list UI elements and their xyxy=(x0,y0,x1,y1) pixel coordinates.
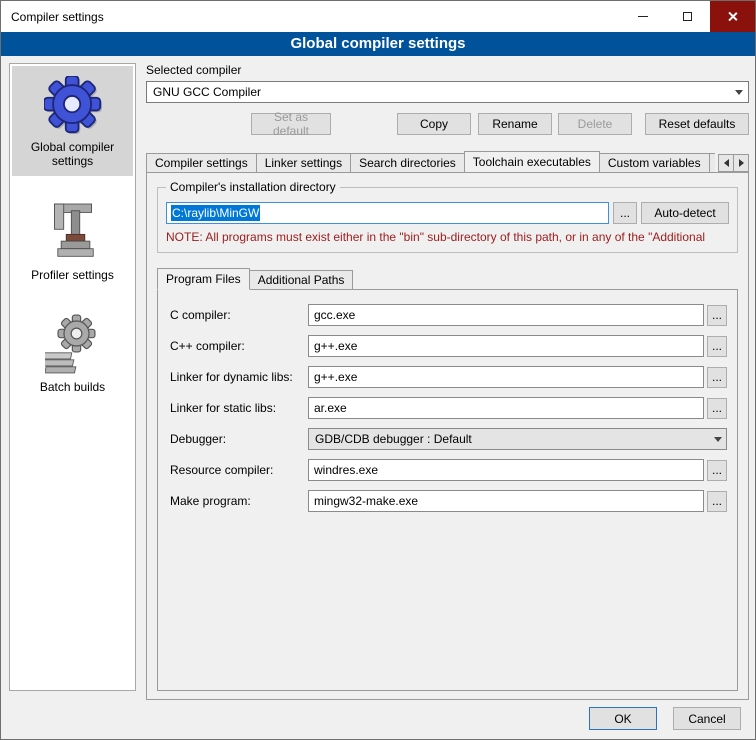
maximize-icon xyxy=(683,12,692,21)
form-row-c-compiler: C compiler: ... xyxy=(170,304,727,326)
profiler-icon xyxy=(15,196,130,268)
title-bar[interactable]: Compiler settings xyxy=(1,1,755,32)
tab-toolchain-executables[interactable]: Toolchain executables xyxy=(464,151,600,172)
c-compiler-label: C compiler: xyxy=(170,308,308,322)
tab-custom-variables[interactable]: Custom variables xyxy=(599,153,710,172)
auto-detect-button[interactable]: Auto-detect xyxy=(641,202,729,224)
main-panel: Selected compiler GNU GCC Compiler Set a… xyxy=(146,63,749,700)
tab-linker-settings[interactable]: Linker settings xyxy=(256,153,351,172)
compiler-select[interactable]: GNU GCC Compiler xyxy=(146,81,749,103)
rename-button[interactable]: Rename xyxy=(478,113,552,135)
sidebar-item-profiler-settings[interactable]: Profiler settings xyxy=(12,190,133,290)
sidebar-item-label: Global compiler settings xyxy=(15,140,130,168)
compiler-select-value: GNU GCC Compiler xyxy=(153,85,261,99)
selected-compiler-label: Selected compiler xyxy=(146,63,749,77)
page-title: Global compiler settings xyxy=(1,32,755,56)
sidebar-item-global-compiler-settings[interactable]: Global compiler settings xyxy=(12,66,133,176)
close-icon xyxy=(727,11,738,22)
linker-static-input[interactable] xyxy=(308,397,704,419)
dialog-footer: OK Cancel xyxy=(589,707,741,730)
chevron-down-icon xyxy=(714,429,722,449)
linker-dynamic-input[interactable] xyxy=(308,366,704,388)
linker-dynamic-browse-button[interactable]: ... xyxy=(707,367,727,388)
gear-icon xyxy=(15,72,130,140)
ok-button[interactable]: OK xyxy=(589,707,657,730)
tab-build-options[interactable]: Build options xyxy=(709,153,715,172)
linker-static-browse-button[interactable]: ... xyxy=(707,398,727,419)
c-compiler-input[interactable] xyxy=(308,304,704,326)
cpp-compiler-label: C++ compiler: xyxy=(170,339,308,353)
batch-builds-icon xyxy=(15,310,130,380)
form-row-linker-static: Linker for static libs: ... xyxy=(170,397,727,419)
programs-subtabs: Program Files Additional Paths xyxy=(157,267,738,289)
form-row-cpp-compiler: C++ compiler: ... xyxy=(170,335,727,357)
resource-compiler-label: Resource compiler: xyxy=(170,463,308,477)
copy-button[interactable]: Copy xyxy=(397,113,471,135)
tabs-scroller: Compiler settings Linker settings Search… xyxy=(146,150,715,172)
form-row-resource-compiler: Resource compiler: ... xyxy=(170,459,727,481)
compiler-actions: Set as default Copy Rename Delete Reset … xyxy=(146,113,749,135)
installation-directory-group: Compiler's installation directory C:\ray… xyxy=(157,187,738,253)
installation-directory-label: Compiler's installation directory xyxy=(166,180,340,194)
maximize-button[interactable] xyxy=(665,1,710,32)
cpp-compiler-browse-button[interactable]: ... xyxy=(707,336,727,357)
linker-static-label: Linker for static libs: xyxy=(170,401,308,415)
sidebar-item-label: Profiler settings xyxy=(15,268,130,282)
tab-scroll-left-button[interactable] xyxy=(718,154,734,172)
minimize-button[interactable] xyxy=(620,1,665,32)
compiler-settings-window: Compiler settings Global compiler settin… xyxy=(0,0,756,740)
resource-compiler-browse-button[interactable]: ... xyxy=(707,460,727,481)
settings-sidebar: Global compiler settings Profiler settin… xyxy=(9,63,136,691)
reset-defaults-button[interactable]: Reset defaults xyxy=(645,113,749,135)
debugger-select-value: GDB/CDB debugger : Default xyxy=(315,432,472,446)
cpp-compiler-input[interactable] xyxy=(308,335,704,357)
tab-compiler-settings[interactable]: Compiler settings xyxy=(146,153,257,172)
debugger-select[interactable]: GDB/CDB debugger : Default xyxy=(308,428,727,450)
programs-notebook: Program Files Additional Paths C compile… xyxy=(157,267,738,691)
sidebar-item-batch-builds[interactable]: Batch builds xyxy=(12,304,133,402)
c-compiler-browse-button[interactable]: ... xyxy=(707,305,727,326)
make-program-input[interactable] xyxy=(308,490,704,512)
minimize-icon xyxy=(638,16,648,17)
linker-dynamic-label: Linker for dynamic libs: xyxy=(170,370,308,384)
toolchain-executables-panel: Compiler's installation directory C:\ray… xyxy=(146,172,749,700)
debugger-label: Debugger: xyxy=(170,432,308,446)
make-program-browse-button[interactable]: ... xyxy=(707,491,727,512)
set-as-default-button[interactable]: Set as default xyxy=(251,113,331,135)
delete-button[interactable]: Delete xyxy=(558,113,632,135)
dialog-body: Global compiler settings Profiler settin… xyxy=(1,56,755,739)
chevron-down-icon xyxy=(730,83,747,101)
install-dir-selected-text: C:\raylib\MinGW xyxy=(171,205,260,221)
subtab-program-files[interactable]: Program Files xyxy=(157,268,250,290)
tab-search-directories[interactable]: Search directories xyxy=(350,153,465,172)
chevron-right-icon xyxy=(739,159,744,167)
window-title: Compiler settings xyxy=(1,10,620,24)
bin-subdirectory-note: NOTE: All programs must exist either in … xyxy=(166,230,729,244)
resource-compiler-input[interactable] xyxy=(308,459,704,481)
program-files-panel: C compiler: ... C++ compiler: ... Linker… xyxy=(157,289,738,691)
form-row-make-program: Make program: ... xyxy=(170,490,727,512)
install-dir-input[interactable]: C:\raylib\MinGW xyxy=(166,202,609,224)
make-program-label: Make program: xyxy=(170,494,308,508)
cancel-button[interactable]: Cancel xyxy=(673,707,741,730)
chevron-left-icon xyxy=(724,159,729,167)
tab-scroll-arrows xyxy=(719,154,749,172)
form-row-debugger: Debugger: GDB/CDB debugger : Default xyxy=(170,428,727,450)
sidebar-item-label: Batch builds xyxy=(15,380,130,394)
tab-scroll-right-button[interactable] xyxy=(733,154,749,172)
form-row-linker-dynamic: Linker for dynamic libs: ... xyxy=(170,366,727,388)
settings-tabstrip: Compiler settings Linker settings Search… xyxy=(146,150,749,172)
install-dir-browse-button[interactable]: ... xyxy=(613,202,637,224)
close-button[interactable] xyxy=(710,1,755,32)
subtab-additional-paths[interactable]: Additional Paths xyxy=(249,270,354,289)
